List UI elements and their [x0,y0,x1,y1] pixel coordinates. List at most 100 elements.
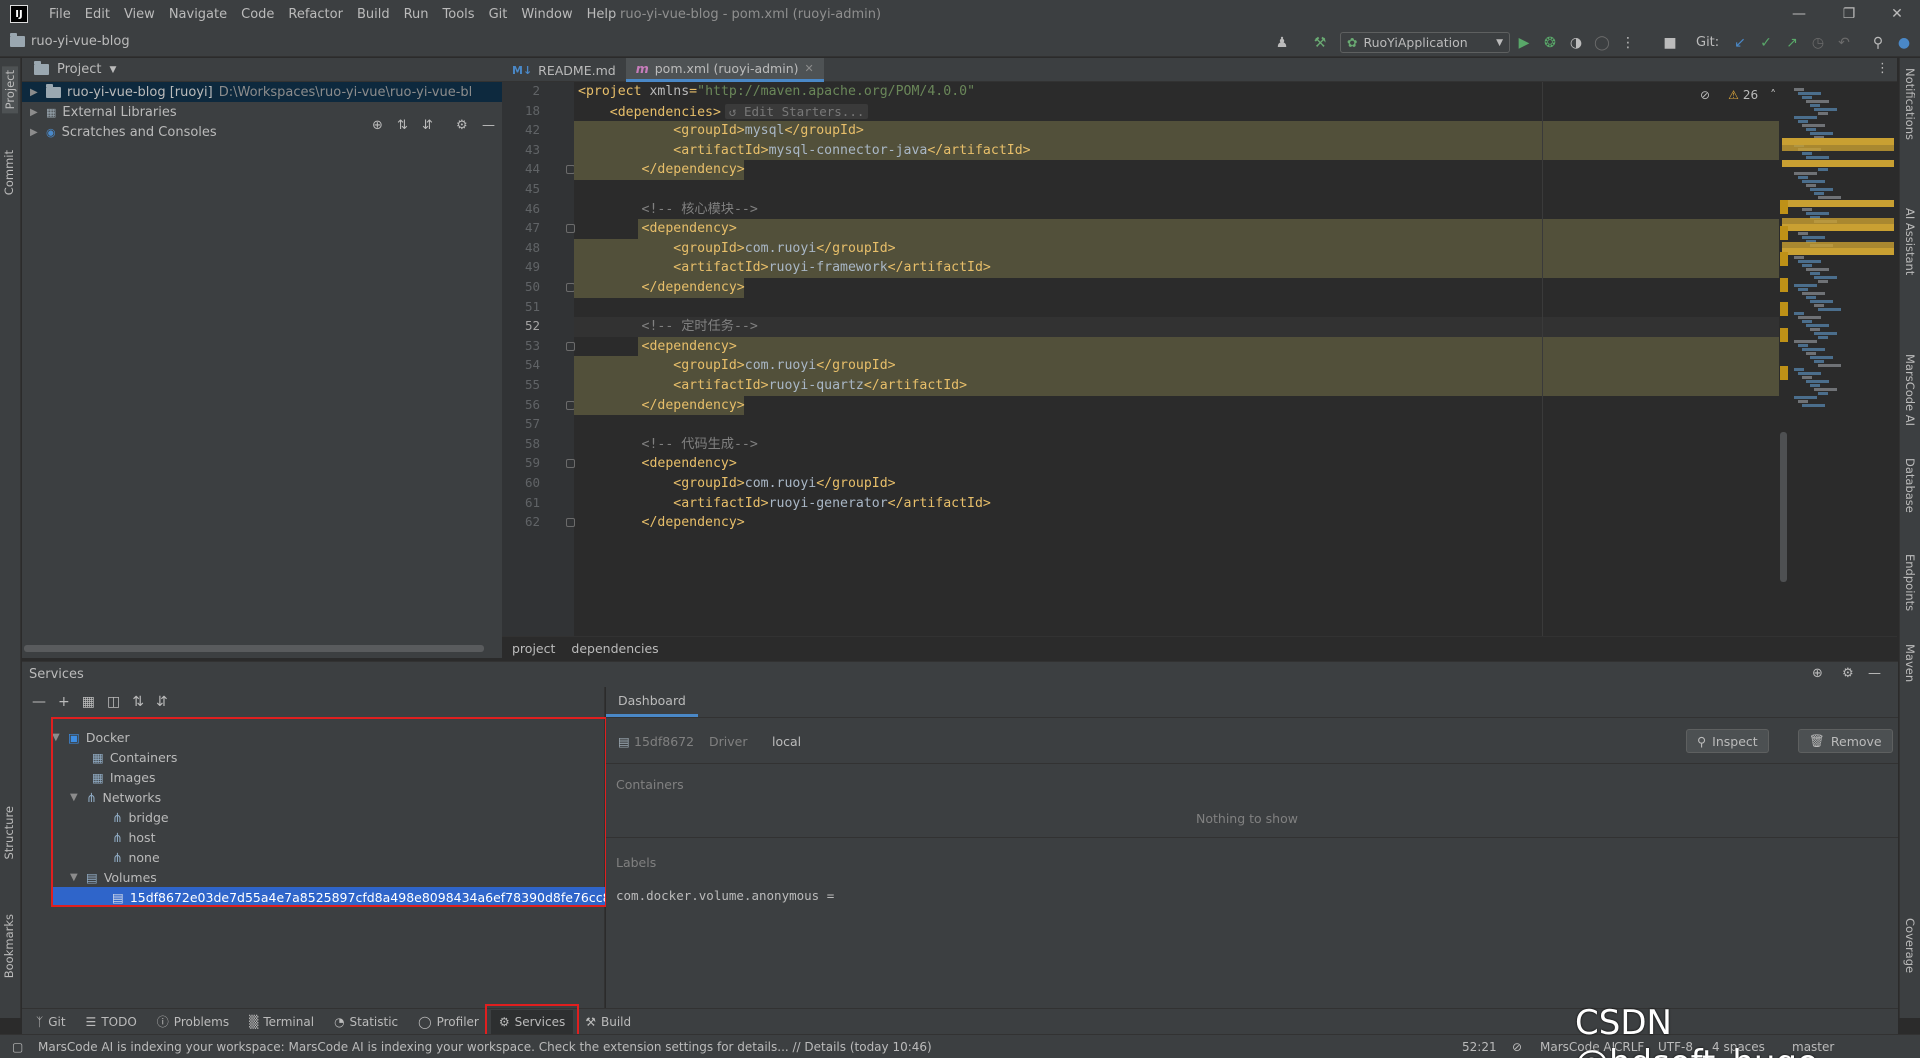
hide-panel-icon[interactable]: — [1868,666,1881,681]
menu-run[interactable]: Run [397,7,436,22]
change-marker[interactable] [1780,200,1788,214]
add-service-icon[interactable]: + [58,694,70,710]
tab-pom-xml[interactable]: m pom.xml (ruoyi-admin) ✕ [625,58,824,82]
tab-structure[interactable]: Structure [2,806,16,860]
inspect-button[interactable]: ⚲ Inspect [1686,729,1769,753]
menu-help[interactable]: Help [580,7,624,22]
tab-git[interactable]: ᛉ Git [28,1010,74,1034]
history-icon[interactable]: ◷ [1808,33,1828,53]
tab-commit[interactable]: Commit [2,150,16,195]
tab-notifications[interactable]: Notifications [1903,68,1917,140]
chevron-down-icon[interactable]: ▼ [109,65,116,75]
line-number[interactable]: 43 [502,142,540,157]
tab-coverage[interactable]: Coverage [1903,918,1917,973]
build-hammer-icon[interactable]: ⚒ [1310,33,1330,53]
gear-icon[interactable]: ⚙ [1842,666,1854,681]
tab-project[interactable]: Project [2,66,18,114]
change-marker[interactable] [1780,278,1788,292]
line-number[interactable]: 58 [502,436,540,451]
menu-window[interactable]: Window [514,7,579,22]
line-number[interactable]: 55 [502,377,540,392]
tab-bookmarks[interactable]: Bookmarks [2,914,16,978]
tab-ai-assistant[interactable]: AI Assistant [1903,208,1917,275]
intellij-logo-icon[interactable]: IJ [10,5,28,23]
user-icon[interactable]: ♟ [1272,33,1292,53]
line-number[interactable]: 42 [502,122,540,137]
tab-marscode-ai[interactable]: MarsCode AI [1903,354,1917,426]
line-number[interactable]: 49 [502,259,540,274]
vertical-scrollbar[interactable] [1780,432,1787,582]
breadcrumb-project[interactable]: project [512,641,555,656]
menu-git[interactable]: Git [482,7,515,22]
tab-maven[interactable]: Maven [1903,644,1917,682]
tree-item-project-root[interactable]: ▶ ruo-yi-vue-blog [ruoyi] D:\Workspaces\… [22,82,502,102]
line-number[interactable]: 44 [502,161,540,176]
close-tab-icon[interactable]: ✕ [805,62,814,75]
project-panel-title[interactable]: Project [57,62,101,77]
line-number[interactable]: 60 [502,475,540,490]
layout-toggle-icon[interactable]: ▢ [12,1040,23,1054]
group-by-icon[interactable]: ▦ [82,694,95,710]
breadcrumb-project[interactable]: ruo-yi-vue-blog [10,33,130,49]
code-line[interactable]: </dependency> [574,511,1779,535]
line-number[interactable]: 52 [502,318,540,333]
tab-statistic[interactable]: ◔ Statistic [326,1010,406,1034]
chevron-up-icon[interactable]: ˄ [1770,88,1776,102]
tab-database[interactable]: Database [1903,458,1917,513]
tab-endpoints[interactable]: Endpoints [1903,554,1917,611]
minimize-icon[interactable]: — [1776,0,1822,28]
line-number[interactable]: 61 [502,495,540,510]
change-marker[interactable] [1780,302,1788,316]
line-number[interactable]: 51 [502,299,540,314]
line-number[interactable]: 50 [502,279,540,294]
change-marker[interactable] [1780,226,1788,240]
search-icon[interactable]: ⚲ [1868,33,1888,53]
ai-icon[interactable]: ⊘ [1512,1040,1522,1054]
tab-readme[interactable]: M↓ README.md [502,58,626,82]
expand-all-icon[interactable]: ⇅ [397,118,408,133]
hide-panel-icon[interactable]: — [482,118,495,133]
line-number[interactable]: 62 [502,514,540,529]
line-number[interactable]: 45 [502,181,540,196]
restore-icon[interactable]: ❐ [1826,0,1872,28]
line-number[interactable]: 47 [502,220,540,235]
change-marker[interactable] [1780,252,1788,266]
tab-profiler[interactable]: ◯ Profiler [410,1010,487,1034]
tab-terminal[interactable]: ▒ Terminal [241,1010,322,1034]
line-number[interactable]: 46 [502,201,540,216]
menu-view[interactable]: View [117,7,162,22]
menu-build[interactable]: Build [350,7,397,22]
line-number[interactable]: 57 [502,416,540,431]
line-number[interactable]: 56 [502,397,540,412]
line-number[interactable]: 59 [502,455,540,470]
more-run-icon[interactable]: ⋮ [1618,33,1638,53]
line-number[interactable]: 18 [502,103,540,118]
horizontal-scrollbar[interactable] [24,645,484,652]
new-view-icon[interactable]: ◫ [107,694,120,710]
menu-refactor[interactable]: Refactor [281,7,350,22]
edit-starters-hint[interactable]: ↺ Edit Starters... [724,103,869,119]
line-number[interactable]: 54 [502,357,540,372]
change-marker[interactable] [1780,366,1788,380]
globe-icon[interactable]: ⊕ [1812,666,1823,681]
run-configuration-select[interactable]: ✿ RuoYiApplication ▼ [1340,32,1510,53]
line-number[interactable]: 48 [502,240,540,255]
git-commit-icon[interactable]: ✓ [1756,33,1776,53]
eye-hidden-icon[interactable]: ⊘ [1700,88,1710,102]
more-tabs-icon[interactable]: ⋮ [1876,61,1889,76]
tab-problems[interactable]: ⓘ Problems [149,1010,237,1034]
line-number[interactable]: 2 [502,83,540,98]
tab-services[interactable]: ⚙ Services [484,1003,580,1040]
profile-icon[interactable]: ◯ [1592,33,1612,53]
status-message[interactable]: MarsCode AI is indexing your workspace: … [38,1040,932,1054]
chevron-right-icon[interactable]: ▶ [30,107,40,118]
debug-icon[interactable]: ❂ [1540,33,1560,53]
chevron-right-icon[interactable]: ▶ [30,87,40,98]
change-marker[interactable] [1780,328,1788,342]
breadcrumb-dependencies[interactable]: dependencies [571,641,658,656]
line-number[interactable]: 53 [502,338,540,353]
coverage-run-icon[interactable]: ◑ [1566,33,1586,53]
gear-icon[interactable]: ⚙ [456,118,468,133]
menu-navigate[interactable]: Navigate [162,7,234,22]
update-icon[interactable]: ● [1894,33,1914,53]
